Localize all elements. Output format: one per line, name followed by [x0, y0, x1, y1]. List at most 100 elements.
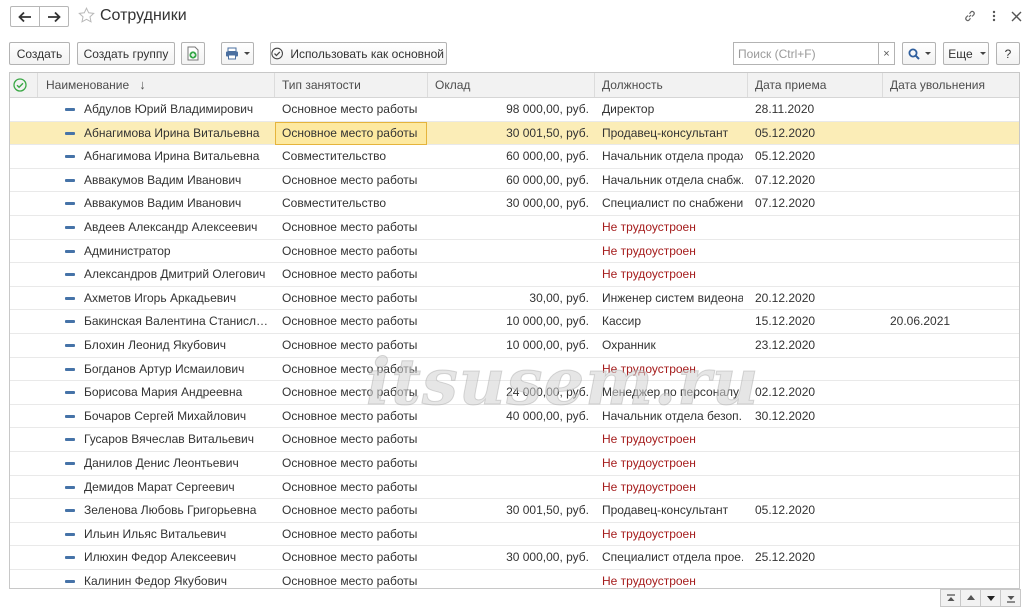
column-header-type[interactable]: Тип занятости — [275, 73, 428, 97]
cell-hire-date[interactable] — [755, 476, 877, 498]
cell-dismissal-date[interactable] — [890, 570, 1012, 588]
cell-name[interactable]: Абнагимова Ирина Витальевна — [84, 145, 272, 167]
print-button[interactable] — [221, 42, 254, 65]
table-row[interactable]: Ахметов Игорь Аркадьевич Основное место р… — [10, 287, 1019, 311]
menu-button[interactable] — [986, 8, 1002, 24]
cell-dismissal-date[interactable] — [890, 499, 1012, 521]
cell-employment-type[interactable]: Совместительство — [282, 145, 426, 167]
column-header-position[interactable]: Должность — [595, 73, 748, 97]
cell-salary[interactable]: 30 001,50, руб. — [430, 499, 589, 521]
cell-salary[interactable] — [430, 240, 589, 262]
cell-position[interactable]: Продавец-консультант — [602, 122, 743, 144]
scroll-to-top-button[interactable] — [941, 590, 961, 606]
cell-employment-type[interactable]: Основное место работы — [282, 570, 426, 588]
cell-dismissal-date[interactable] — [890, 476, 1012, 498]
cell-salary[interactable] — [430, 263, 589, 285]
header-check-column[interactable] — [10, 73, 38, 97]
cell-dismissal-date[interactable] — [890, 334, 1012, 356]
cell-hire-date[interactable]: 28.11.2020 — [755, 98, 877, 120]
cell-dismissal-date[interactable] — [890, 145, 1012, 167]
cell-name[interactable]: Александров Дмитрий Олегович — [84, 263, 272, 285]
cell-salary[interactable]: 30 000,00, руб. — [430, 546, 589, 568]
cell-salary[interactable] — [430, 216, 589, 238]
cell-name[interactable]: Ахметов Игорь Аркадьевич — [84, 287, 272, 309]
scroll-down-button[interactable] — [981, 590, 1001, 606]
cell-salary[interactable] — [430, 523, 589, 545]
cell-employment-type[interactable]: Основное место работы — [282, 428, 426, 450]
table-row[interactable]: Абнагимова Ирина Витальевна Основное мест… — [10, 121, 1019, 146]
cell-dismissal-date[interactable] — [890, 287, 1012, 309]
cell-employment-type[interactable]: Основное место работы — [282, 310, 426, 332]
search-clear-button[interactable]: × — [878, 42, 895, 65]
table-row[interactable]: Илюхин Федор Алексеевич Основное место ра… — [10, 546, 1019, 570]
table-row[interactable]: Александров Дмитрий Олегович Основное мес… — [10, 263, 1019, 287]
cell-name[interactable]: Гусаров Вячеслав Витальевич — [84, 428, 272, 450]
cell-position[interactable]: Не трудоустроен — [602, 428, 743, 450]
cell-employment-type[interactable]: Основное место работы — [282, 216, 426, 238]
cell-name[interactable]: Зеленова Любовь Григорьевна — [84, 499, 272, 521]
cell-employment-type[interactable]: Совместительство — [282, 192, 426, 214]
set-default-button[interactable]: Использовать как основной — [270, 42, 447, 65]
cell-salary[interactable]: 30,00, руб. — [430, 287, 589, 309]
cell-name[interactable]: Богданов Артур Исмаилович — [84, 358, 272, 380]
cell-name[interactable]: Калинин Федор Якубович — [84, 570, 272, 588]
cell-position[interactable]: Инженер систем видеона... — [602, 287, 743, 309]
cell-name[interactable]: Бочаров Сергей Михайлович — [84, 405, 272, 427]
cell-hire-date[interactable]: 15.12.2020 — [755, 310, 877, 332]
cell-salary[interactable]: 98 000,00, руб. — [430, 98, 589, 120]
column-header-hire-date[interactable]: Дата приема — [748, 73, 883, 97]
cell-dismissal-date[interactable] — [890, 358, 1012, 380]
column-header-salary[interactable]: Оклад — [428, 73, 595, 97]
cell-hire-date[interactable]: 25.12.2020 — [755, 546, 877, 568]
table-row[interactable]: Зеленова Любовь Григорьевна Основное мест… — [10, 499, 1019, 523]
cell-dismissal-date[interactable] — [890, 523, 1012, 545]
table-row[interactable]: Абдулов Юрий Владимирович Основное место … — [10, 98, 1019, 122]
cell-employment-type[interactable]: Основное место работы — [282, 98, 426, 120]
cell-salary[interactable] — [430, 570, 589, 588]
cell-position[interactable]: Специалист отдела прое... — [602, 546, 743, 568]
cell-dismissal-date[interactable] — [890, 192, 1012, 214]
cell-position[interactable]: Начальник отдела продаж — [602, 145, 743, 167]
cell-salary[interactable]: 24 000,00, руб. — [430, 381, 589, 403]
cell-hire-date[interactable] — [755, 428, 877, 450]
cell-name[interactable]: Аввакумов Вадим Иванович — [84, 169, 272, 191]
create-button[interactable]: Создать — [9, 42, 70, 65]
forward-button[interactable] — [39, 7, 68, 26]
cell-employment-type[interactable]: Основное место работы — [282, 405, 426, 427]
cell-name[interactable]: Блохин Леонид Якубович — [84, 334, 272, 356]
favorite-button[interactable] — [78, 7, 95, 24]
cell-position[interactable]: Не трудоустроен — [602, 240, 743, 262]
cell-position[interactable]: Продавец-консультант — [602, 499, 743, 521]
cell-position[interactable]: Директор — [602, 98, 743, 120]
column-header-dismissal-date[interactable]: Дата увольнения — [883, 73, 1019, 97]
table-row[interactable]: Аввакумов Вадим Иванович Совместительство… — [10, 192, 1019, 216]
cell-hire-date[interactable] — [755, 452, 877, 474]
cell-name[interactable]: Илюхин Федор Алексеевич — [84, 546, 272, 568]
cell-dismissal-date[interactable] — [890, 169, 1012, 191]
table-row[interactable]: Ильин Ильяс Витальевич Основное место раб… — [10, 523, 1019, 547]
cell-salary[interactable]: 40 000,00, руб. — [430, 405, 589, 427]
table-row[interactable]: Гусаров Вячеслав Витальевич Основное мест… — [10, 428, 1019, 452]
cell-position[interactable]: Не трудоустроен — [602, 570, 743, 588]
cell-name[interactable]: Аввакумов Вадим Иванович — [84, 192, 272, 214]
cell-dismissal-date[interactable] — [890, 381, 1012, 403]
cell-employment-type[interactable]: Основное место работы — [282, 358, 426, 380]
table-row[interactable]: Абнагимова Ирина Витальевна Совместительс… — [10, 145, 1019, 169]
link-button[interactable] — [962, 8, 978, 24]
cell-employment-type[interactable]: Основное место работы — [282, 122, 426, 144]
cell-dismissal-date[interactable] — [890, 263, 1012, 285]
cell-hire-date[interactable]: 05.12.2020 — [755, 122, 877, 144]
cell-employment-type[interactable]: Основное место работы — [282, 476, 426, 498]
cell-name[interactable]: Администратор — [84, 240, 272, 262]
cell-salary[interactable] — [430, 452, 589, 474]
cell-name[interactable]: Авдеев Александр Алексеевич — [84, 216, 272, 238]
more-button[interactable]: Еще — [943, 42, 989, 65]
cell-salary[interactable]: 60 000,00, руб. — [430, 169, 589, 191]
table-row[interactable]: Борисова Мария Андреевна Основное место р… — [10, 381, 1019, 405]
cell-position[interactable]: Не трудоустроен — [602, 476, 743, 498]
cell-position[interactable]: Охранник — [602, 334, 743, 356]
cell-employment-type[interactable]: Основное место работы — [282, 546, 426, 568]
table-row[interactable]: Богданов Артур Исмаилович Основное место … — [10, 358, 1019, 382]
create-group-button[interactable]: Создать группу — [77, 42, 175, 65]
cell-dismissal-date[interactable] — [890, 240, 1012, 262]
